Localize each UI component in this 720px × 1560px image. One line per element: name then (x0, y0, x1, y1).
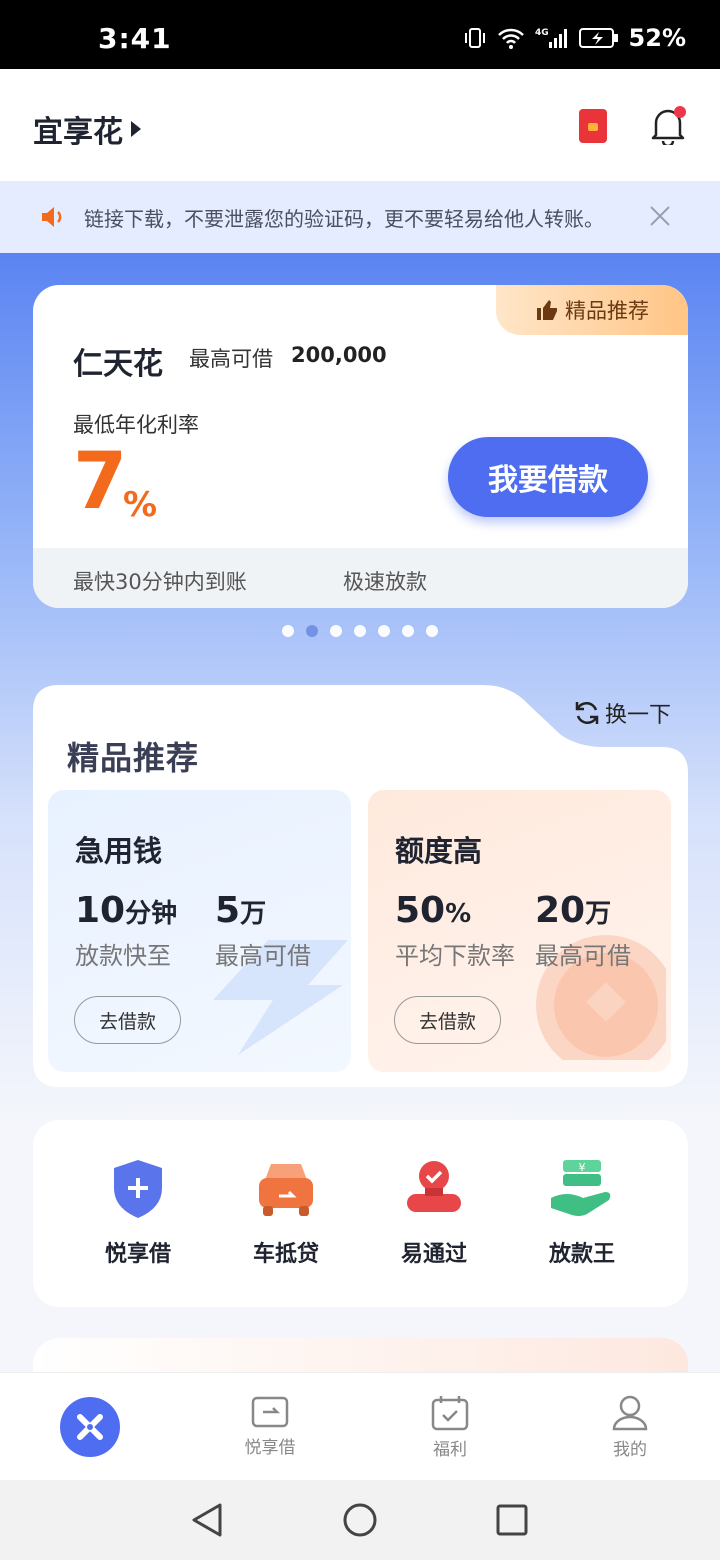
swap-label: 换一下 (605, 703, 672, 728)
carousel-dot[interactable] (402, 625, 414, 637)
metric-label: 放款快至 (75, 942, 171, 970)
carousel-dot[interactable] (330, 625, 342, 637)
quick-entry-label: 放款王 (548, 1242, 615, 1267)
product-name: 仁天花 (73, 347, 163, 382)
shield-plus-icon (114, 1160, 162, 1218)
status-bar: 3:41 4G 52% (0, 0, 720, 69)
calendar-icon (431, 1396, 469, 1431)
caret-right-icon (131, 121, 141, 137)
metric-value: 10分钟 (75, 890, 178, 931)
quick-entry-easy-pass[interactable]: 易通过 (374, 1158, 494, 1268)
metric-label: 平均下款率 (395, 942, 515, 970)
carousel-dot[interactable] (378, 625, 390, 637)
carousel-dot-active[interactable] (306, 625, 318, 637)
stamp-icon (407, 1161, 461, 1212)
recommend-title: 精品推荐 (67, 739, 200, 777)
metric-value: 20万 (535, 890, 612, 931)
quick-entry-label: 易通过 (400, 1242, 467, 1267)
nav-welfare[interactable]: 福利 (410, 1395, 490, 1460)
loan-card-footer: 最快30分钟内到账 极速放款 (33, 548, 688, 608)
premium-tag: 精品推荐 (496, 285, 688, 335)
limit-value: 200,000 (291, 343, 387, 367)
quick-entry-loan-king[interactable]: ¥ 放款王 (522, 1158, 642, 1268)
high-limit-card[interactable]: 额度高 50% 平均下款率 20万 最高可借 去借款 (368, 790, 671, 1072)
carousel-dot[interactable] (426, 625, 438, 637)
thumbs-up-icon (537, 300, 557, 320)
arrival-time-text: 最快30分钟内到账 (73, 570, 247, 594)
rate-label: 最低年化利率 (73, 413, 199, 437)
carousel-dot[interactable] (282, 625, 294, 637)
metric-value: 50% (395, 890, 472, 931)
refresh-icon (575, 701, 599, 725)
rate-value: 7 (73, 437, 128, 527)
nav-loan[interactable]: 悦享借 (230, 1395, 310, 1458)
recommend-section: 换一下 精品推荐 急用钱 10分钟 放款快至 5万 最高可借 去借款 额度高 5… (33, 685, 688, 1087)
fast-loan-text: 极速放款 (343, 570, 427, 594)
rate-unit: % (123, 485, 158, 525)
app-header: 宜享花 (0, 69, 720, 181)
quick-entry-yuexiangjie[interactable]: 悦享借 (78, 1158, 198, 1268)
back-icon[interactable] (190, 1502, 224, 1538)
quick-entry-car-loan[interactable]: 车抵贷 (226, 1158, 346, 1268)
svg-text:¥: ¥ (579, 1161, 586, 1174)
red-packet-icon[interactable] (579, 109, 607, 143)
carousel-indicator (282, 625, 438, 637)
wifi-icon (497, 28, 524, 49)
home-logo-icon (77, 1414, 103, 1440)
svg-text:4G: 4G (535, 28, 549, 38)
metric-label: 最高可借 (535, 942, 631, 970)
quick-entries: 悦享借 车抵贷 易通过 ¥ 放款王 (33, 1120, 688, 1307)
card-title: 额度高 (395, 834, 483, 868)
go-borrow-button[interactable]: 去借款 (394, 996, 501, 1044)
card-title: 急用钱 (75, 834, 163, 868)
status-time: 3:41 (98, 22, 172, 55)
vibrate-icon (464, 28, 485, 48)
borrow-button[interactable]: 我要借款 (448, 437, 648, 517)
recent-apps-icon[interactable] (496, 1504, 528, 1536)
status-icons: 4G 52% (463, 24, 686, 52)
metric-label: 最高可借 (215, 942, 311, 970)
carousel-dot[interactable] (354, 625, 366, 637)
nav-label: 福利 (433, 1440, 467, 1460)
battery-icon (578, 28, 618, 48)
limit-label: 最高可借 (189, 347, 273, 371)
car-icon (259, 1164, 313, 1216)
nav-home[interactable] (60, 1397, 120, 1457)
home-circle-icon[interactable] (342, 1502, 378, 1538)
app-name: 宜享花 (33, 115, 123, 150)
nav-label: 悦享借 (244, 1438, 296, 1458)
loan-icon (251, 1396, 289, 1428)
quick-entry-label: 悦享借 (104, 1242, 171, 1267)
go-borrow-button[interactable]: 去借款 (74, 996, 181, 1044)
bell-icon[interactable] (650, 105, 686, 145)
nav-label: 我的 (613, 1440, 647, 1460)
quick-entry-label: 车抵贷 (252, 1242, 319, 1267)
metric-value: 5万 (215, 890, 267, 931)
speaker-icon (42, 207, 62, 227)
signal-icon: 4G (535, 28, 567, 48)
loan-card[interactable]: 精品推荐 仁天花 最高可借 200,000 最低年化利率 7 % 我要借款 最快… (33, 285, 688, 608)
app-switcher[interactable]: 宜享花 (33, 107, 141, 151)
bottom-nav: 悦享借 福利 我的 (0, 1372, 720, 1480)
urgent-money-card[interactable]: 急用钱 10分钟 放款快至 5万 最高可借 去借款 (48, 790, 351, 1072)
notice-bar: 链接下载，不要泄露您的验证码，更不要轻易给他人转账。 (0, 181, 720, 253)
premium-tag-label: 精品推荐 (565, 299, 649, 323)
user-icon (612, 1395, 648, 1431)
nav-profile[interactable]: 我的 (590, 1395, 670, 1460)
system-nav-bar (0, 1480, 720, 1560)
swap-button[interactable]: 换一下 (573, 697, 671, 729)
battery-percent: 52% (628, 24, 686, 52)
close-icon[interactable] (648, 204, 672, 228)
notice-text: 链接下载，不要泄露您的验证码，更不要轻易给他人转账。 (84, 207, 604, 231)
money-hand-icon: ¥ (551, 1160, 611, 1216)
